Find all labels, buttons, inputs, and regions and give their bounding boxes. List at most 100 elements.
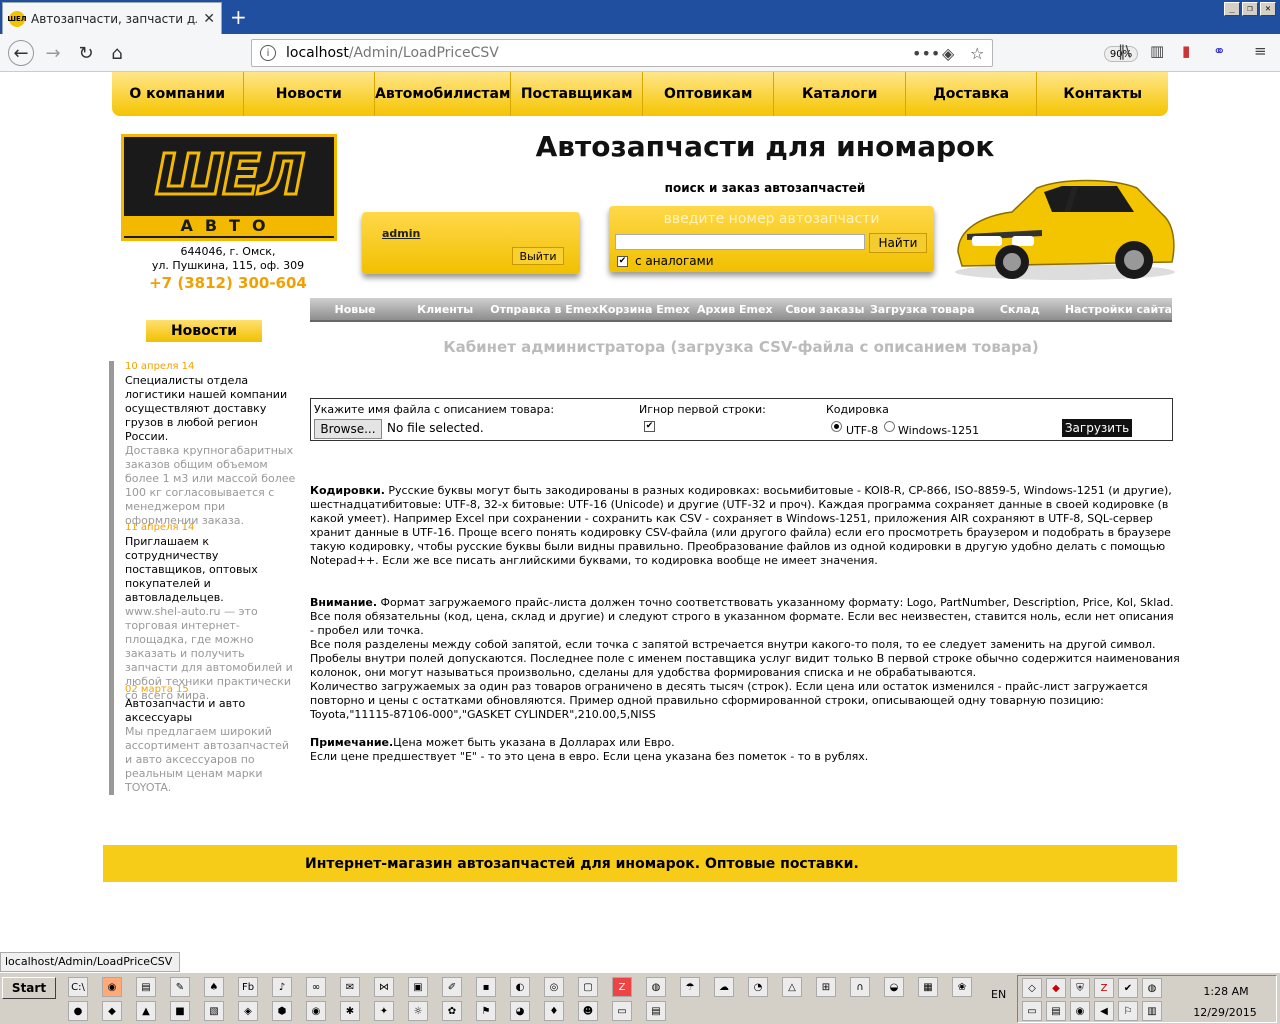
tray-icon[interactable]: ⛨ [1070, 978, 1090, 998]
win1251-radio[interactable] [884, 421, 895, 432]
news-headline[interactable]: Специалисты отдела логистики нашей компа… [125, 374, 299, 444]
info-icon[interactable]: i [260, 45, 276, 61]
taskbar-app-icon[interactable]: ◉ [306, 1001, 326, 1021]
news-headline[interactable]: Автозапчасти и авто аксессуары [125, 697, 299, 725]
menu-item-news[interactable]: Новости [244, 72, 375, 116]
tray-icon[interactable]: ◇ [1022, 978, 1042, 998]
tray-icon[interactable]: ◉ [1070, 1001, 1090, 1021]
browser-tab[interactable]: ШЕЛ Автозапчасти, запчасти для ино ✕ [2, 2, 222, 34]
site-logo[interactable]: ШЕЛ АВТО [121, 134, 337, 241]
taskbar-app-icon[interactable]: ☂ [680, 977, 700, 997]
filezilla-icon[interactable]: Z [612, 977, 632, 997]
taskbar-app-icon[interactable]: ◍ [646, 977, 666, 997]
tray-icon[interactable]: ▤ [1046, 1001, 1066, 1021]
tray-icon[interactable]: ▭ [1022, 1001, 1042, 1021]
taskbar-app-icon[interactable]: ▧ [204, 1001, 224, 1021]
language-indicator[interactable]: EN [991, 988, 1006, 1001]
taskbar-app-icon[interactable]: ■ [170, 1001, 190, 1021]
headphones-icon[interactable]: ∩ [850, 977, 870, 997]
library-icon[interactable]: ‖\ [1118, 42, 1131, 60]
taskbar-app-icon[interactable]: ◆ [102, 1001, 122, 1021]
menu-item-wholesale[interactable]: Оптовикам [643, 72, 775, 116]
taskbar-app-icon[interactable]: ☼ [408, 1001, 428, 1021]
taskbar-app-icon[interactable]: ♦ [544, 1001, 564, 1021]
user-link[interactable]: admin [382, 227, 420, 240]
menu-item-motorists[interactable]: Автомобилистам [375, 72, 512, 116]
admin-tab-send-emex[interactable]: Отправка в Emex [490, 298, 599, 320]
tray-icon[interactable]: ✔ [1118, 978, 1138, 998]
taskbar-app-icon[interactable]: ⚑ [476, 1001, 496, 1021]
network-icon[interactable]: ▥ [1142, 1001, 1162, 1021]
taskbar-app-icon[interactable]: ◈ [238, 1001, 258, 1021]
address-bar[interactable]: i localhost/Admin/LoadPriceCSV 90% ••• ◈… [251, 39, 1138, 67]
taskbar-app-icon[interactable]: ☻ [578, 1001, 598, 1021]
admin-tab-cart-emex[interactable]: Корзина Emex [599, 298, 690, 320]
start-button[interactable]: Start [2, 977, 56, 999]
taskbar-app-icon[interactable]: ▤ [646, 1001, 666, 1021]
sidebar-icon[interactable]: ▥ [1150, 42, 1164, 60]
extension-icon[interactable]: ▮ [1182, 42, 1190, 60]
taskbar-app-icon[interactable]: ◐ [510, 977, 530, 997]
taskbar-app-icon[interactable]: Fb [238, 977, 258, 997]
logout-button[interactable]: Выйти [512, 247, 564, 265]
taskbar-app-icon[interactable]: ♪ [272, 977, 292, 997]
flag-icon[interactable]: ⚐ [1118, 1001, 1138, 1021]
taskbar-app-icon[interactable]: ♠ [204, 977, 224, 997]
reload-icon[interactable]: ↻ [73, 40, 99, 66]
menu-item-suppliers[interactable]: Поставщикам [511, 72, 643, 116]
taskbar-app-icon[interactable]: ◔ [748, 977, 768, 997]
taskbar-app-icon[interactable]: ⊞ [816, 977, 836, 997]
menu-item-contacts[interactable]: Контакты [1037, 72, 1168, 116]
admin-tab-upload[interactable]: Загрузка товара [870, 298, 975, 320]
restore-icon[interactable]: ❐ [1242, 2, 1258, 16]
taskbar-app-icon[interactable]: ✱ [340, 1001, 360, 1021]
menu-item-delivery[interactable]: Доставка [906, 72, 1038, 116]
admin-tab-own-orders[interactable]: Свои заказы [780, 298, 870, 320]
bookmark-star-icon[interactable]: ☆ [970, 44, 984, 63]
search-button[interactable]: Найти [869, 233, 927, 253]
taskbar-app-icon[interactable]: ☁ [714, 977, 734, 997]
admin-tab-archive-emex[interactable]: Архив Emex [690, 298, 780, 320]
firefox-icon[interactable]: ◉ [102, 977, 122, 997]
news-headline[interactable]: Приглашаем к сотрудничеству поставщиков,… [125, 535, 299, 605]
menu-icon[interactable]: ≡ [1254, 42, 1267, 60]
close-tab-icon[interactable]: ✕ [203, 11, 215, 27]
minimize-icon[interactable]: _ [1224, 2, 1240, 16]
taskbar-app-icon[interactable]: ▢ [578, 977, 598, 997]
taskbar-app-icon[interactable]: ❀ [952, 977, 972, 997]
tray-icon[interactable]: ◍ [1142, 978, 1162, 998]
taskbar-app-icon[interactable]: ✦ [374, 1001, 394, 1021]
tray-icon[interactable]: ◆ [1046, 978, 1066, 998]
taskbar-app-icon[interactable]: ✿ [442, 1001, 462, 1021]
taskbar-app-icon[interactable]: ✐ [442, 977, 462, 997]
taskbar-app-icon[interactable]: ▣ [408, 977, 428, 997]
menu-item-catalogs[interactable]: Каталоги [774, 72, 906, 116]
news-button[interactable]: Новости [146, 320, 262, 342]
clock-date[interactable]: 12/29/2015 [1190, 1006, 1260, 1019]
home-icon[interactable]: ⌂ [104, 40, 130, 66]
new-tab-icon[interactable]: + [230, 5, 247, 29]
admin-tab-settings[interactable]: Настройки сайта [1065, 298, 1172, 320]
admin-tab-clients[interactable]: Клиенты [400, 298, 490, 320]
volume-icon[interactable]: ◀ [1094, 1001, 1114, 1021]
taskbar-app-icon[interactable]: ⬢ [272, 1001, 292, 1021]
taskbar-app-icon[interactable]: ◎ [544, 977, 564, 997]
save-icon[interactable]: ▪ [476, 977, 496, 997]
taskbar-app-icon[interactable]: ◒ [884, 977, 904, 997]
page-actions-icon[interactable]: ••• [912, 44, 940, 63]
taskbar-app-icon[interactable]: ▲ [136, 1001, 156, 1021]
close-window-icon[interactable]: ✕ [1260, 2, 1276, 16]
back-icon[interactable]: ← [8, 40, 34, 66]
taskbar-app-icon[interactable]: ∞ [306, 977, 326, 997]
ignore-first-row-checkbox[interactable]: ✔ [644, 421, 655, 432]
analogs-checkbox[interactable]: ✔ [617, 256, 628, 267]
taskbar-app-icon[interactable]: ● [68, 1001, 88, 1021]
menu-item-about[interactable]: О компании [112, 72, 244, 116]
tray-icon[interactable]: Z [1094, 978, 1114, 998]
taskbar-app-icon[interactable]: ▦ [918, 977, 938, 997]
extension2-icon[interactable]: ⚭ [1213, 42, 1226, 60]
admin-tab-new[interactable]: Новые [310, 298, 400, 320]
taskbar-app-icon[interactable]: ▤ [136, 977, 156, 997]
admin-tab-warehouse[interactable]: Склад [975, 298, 1065, 320]
taskbar-app-icon[interactable]: ✉ [340, 977, 360, 997]
